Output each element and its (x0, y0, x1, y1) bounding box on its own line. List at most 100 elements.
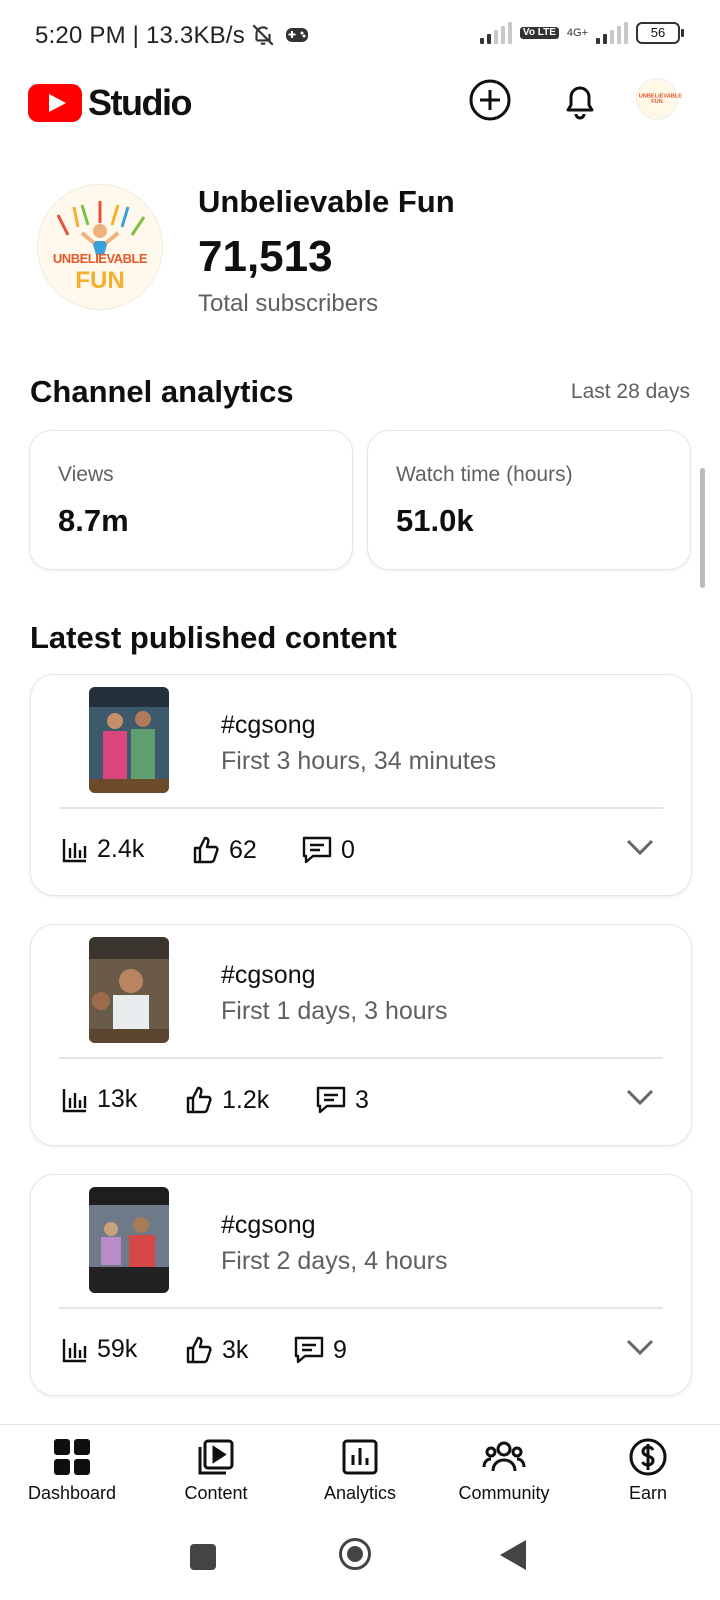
content-card[interactable]: #cgsong First 1 days, 3 hours 13k 1.2k 3 (30, 924, 692, 1146)
content-card[interactable]: #cgsong First 3 hours, 34 minutes 2.4k 6… (30, 674, 692, 896)
likes-metric: 3k (184, 1335, 248, 1365)
views-metric: 2.4k (61, 835, 144, 864)
game-controller-icon (286, 28, 308, 42)
bar-chart-icon (62, 1088, 87, 1112)
bottom-navigation: Dashboard Content Analytics Community Ea… (0, 1424, 720, 1521)
chevron-down-icon[interactable] (625, 1087, 655, 1107)
views-metric: 59k (61, 1335, 137, 1364)
youtube-logo-icon (28, 84, 82, 122)
back-button[interactable] (500, 1540, 526, 1570)
channel-header: UNBELIEVABLE FUN Unbelievable Fun 71,513… (0, 180, 720, 320)
content-card[interactable]: #cgsong First 2 days, 4 hours 59k 3k 9 (30, 1174, 692, 1396)
network-type: 4G+ (566, 26, 588, 39)
earn-icon (629, 1438, 667, 1476)
app-bar: Studio UNBELIEVABLE FUN (0, 72, 720, 150)
bell-icon (566, 86, 594, 120)
battery-icon: 56 (636, 22, 684, 44)
latest-content-title: Latest published content (30, 620, 397, 655)
stat-value: 8.7m (58, 503, 129, 538)
signal-icon (479, 22, 512, 44)
video-timeframe: First 2 days, 4 hours (221, 1247, 448, 1275)
chevron-down-icon[interactable] (625, 837, 655, 857)
thumbs-up-icon (193, 836, 219, 864)
comment-icon (294, 1336, 324, 1364)
views-count: 2.4k (97, 835, 145, 863)
nav-label: Dashboard (27, 1483, 117, 1503)
comments-metric: 3 (315, 1085, 369, 1115)
status-time: 5:20 PM | 13.3KB/s (35, 22, 245, 49)
divider (59, 1057, 663, 1059)
content-icon (198, 1439, 234, 1475)
channel-name: Unbelievable Fun (198, 184, 455, 219)
plus-circle-icon (469, 79, 511, 121)
stat-label: Views (58, 463, 114, 486)
likes-metric: 62 (191, 835, 257, 865)
chevron-down-icon[interactable] (625, 1337, 655, 1357)
divider (59, 807, 663, 809)
comments-count: 3 (355, 1085, 369, 1114)
tab-analytics[interactable]: Analytics (290, 1437, 430, 1504)
tab-dashboard[interactable]: Dashboard (2, 1437, 142, 1504)
bar-chart-icon (62, 1338, 87, 1362)
tab-earn[interactable]: Earn (578, 1437, 718, 1504)
nav-label: Analytics (323, 1483, 397, 1503)
comments-metric: 9 (293, 1335, 347, 1365)
stat-label: Watch time (hours) (396, 463, 573, 486)
video-timeframe: First 3 hours, 34 minutes (221, 747, 497, 775)
date-range: Last 28 days (570, 380, 690, 403)
channel-logo-text-2: FUN (75, 267, 125, 294)
status-bar: 5:20 PM | 13.3KB/s Vo LTE 4G+ 56 (0, 0, 720, 72)
account-avatar[interactable]: UNBELIEVABLE FUN (636, 78, 682, 120)
likes-metric: 1.2k (184, 1085, 269, 1115)
video-title: #cgsong (221, 1211, 316, 1239)
system-navigation-bar (0, 1520, 720, 1600)
video-title: #cgsong (221, 711, 316, 739)
logo-text: Studio (88, 82, 192, 123)
subscriber-count: 71,513 (198, 232, 333, 281)
channel-avatar: UNBELIEVABLE FUN (38, 185, 162, 309)
watch-time-card[interactable]: Watch time (hours) 51.0k (367, 430, 691, 570)
community-icon (482, 1441, 526, 1472)
volte-icon: Vo LTE (519, 27, 559, 39)
views-metric: 13k (61, 1085, 137, 1114)
analytics-icon (342, 1439, 378, 1475)
comments-count: 9 (333, 1335, 347, 1364)
notifications-button[interactable] (558, 78, 602, 122)
thumbs-up-icon (186, 1336, 212, 1364)
tab-content[interactable]: Content (146, 1437, 286, 1504)
thumbs-up-icon (186, 1086, 212, 1114)
tab-community[interactable]: Community (434, 1437, 574, 1504)
views-card[interactable]: Views 8.7m (29, 430, 353, 570)
views-count: 59k (97, 1335, 138, 1363)
nav-label: Content (184, 1483, 248, 1503)
channel-logo-text-1: UNBELIEVABLE (52, 251, 148, 266)
video-thumbnail[interactable] (89, 1187, 169, 1293)
scrollbar[interactable] (700, 468, 705, 588)
likes-count: 62 (229, 835, 257, 864)
bar-chart-icon (62, 838, 87, 862)
video-thumbnail[interactable] (89, 937, 169, 1043)
video-thumbnail[interactable] (89, 687, 169, 793)
comment-icon (316, 1086, 346, 1114)
comments-metric: 0 (301, 835, 355, 865)
video-timeframe: First 1 days, 3 hours (221, 997, 448, 1025)
likes-count: 1.2k (222, 1085, 270, 1114)
analytics-title: Channel analytics (30, 374, 294, 409)
views-count: 13k (97, 1085, 138, 1113)
home-button[interactable] (339, 1538, 371, 1570)
comment-icon (302, 836, 332, 864)
youtube-studio-logo[interactable]: Studio (28, 82, 192, 124)
dashboard-icon (54, 1439, 90, 1475)
likes-count: 3k (222, 1335, 249, 1364)
nav-label: Earn (628, 1483, 668, 1503)
divider (59, 1307, 663, 1309)
stat-value: 51.0k (396, 503, 474, 538)
nav-label: Community (458, 1483, 550, 1503)
recents-button[interactable] (190, 1544, 216, 1570)
bell-off-icon (252, 24, 274, 46)
subscriber-label: Total subscribers (198, 290, 379, 317)
create-button[interactable] (468, 78, 512, 122)
signal-icon-2 (596, 22, 628, 44)
video-title: #cgsong (221, 961, 316, 989)
comments-count: 0 (341, 835, 355, 864)
